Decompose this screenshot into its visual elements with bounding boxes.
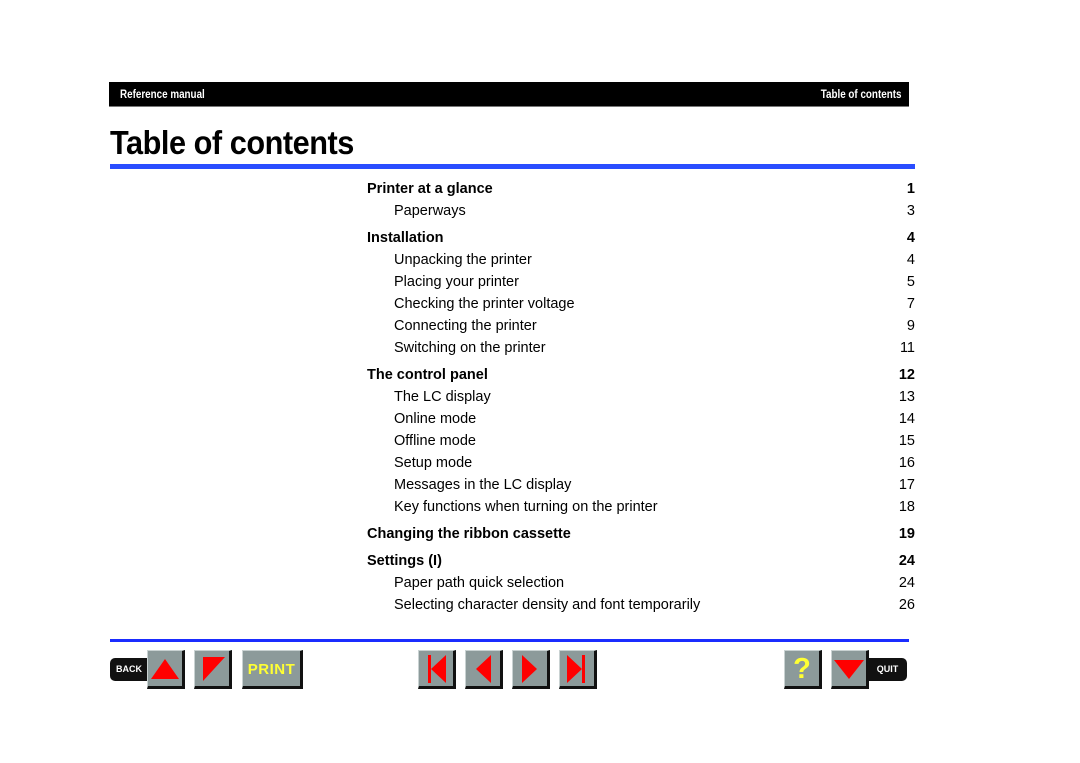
next-page-icon [522, 655, 537, 683]
toc-entry-label[interactable]: Paperways [394, 200, 466, 222]
toc-entry-page-number[interactable]: 15 [899, 430, 915, 452]
toc-entry-page-number[interactable]: 18 [899, 496, 915, 518]
table-of-contents: Printer at a glance 1 Paperways 3 Installati… [367, 178, 915, 616]
bookmark-button[interactable] [194, 650, 232, 689]
first-page-icon [428, 655, 446, 683]
toc-entry[interactable]: Connecting the printer 9 [367, 315, 915, 337]
help-icon: ? [793, 653, 811, 685]
toc-entry-page-number[interactable]: 16 [899, 452, 915, 474]
toc-entry-label[interactable]: Printer at a glance [367, 178, 493, 200]
print-label: PRINT [247, 661, 296, 678]
toc-entry-label[interactable]: Connecting the printer [394, 315, 537, 337]
toc-entry-label[interactable]: Installation [367, 227, 444, 249]
header-bar: Reference manual Table of contents [109, 82, 909, 107]
toc-entry-page-number[interactable]: 14 [899, 408, 915, 430]
toc-entry[interactable]: Paper path quick selection 24 [367, 572, 915, 594]
toc-entry-page-number[interactable]: 11 [900, 337, 915, 359]
toc-heading-entry[interactable]: The control panel 12 [367, 364, 915, 386]
toc-entry[interactable]: Paperways 3 [367, 200, 915, 222]
toc-heading-entry[interactable]: Printer at a glance 1 [367, 178, 915, 200]
toc-entry-page-number[interactable]: 24 [899, 572, 915, 594]
previous-page-icon [476, 655, 491, 683]
toc-entry-page-number[interactable]: 17 [899, 474, 915, 496]
toc-entry[interactable]: Selecting character density and font tem… [367, 594, 915, 616]
header-right-label: Table of contents [820, 87, 901, 101]
toc-entry-page-number[interactable]: 19 [899, 523, 915, 545]
toc-entry-label[interactable]: Paper path quick selection [394, 572, 564, 594]
quit-button[interactable]: QUIT [868, 658, 907, 681]
print-button[interactable]: PRINT [242, 650, 303, 689]
toc-heading-entry[interactable]: Settings (I) 24 [367, 550, 915, 572]
back-button[interactable]: BACK [110, 658, 148, 681]
up-arrow-icon [151, 659, 179, 679]
toc-entry-label[interactable]: Online mode [394, 408, 476, 430]
toc-entry-page-number[interactable]: 7 [907, 293, 915, 315]
footer-divider [110, 639, 909, 642]
last-page-button[interactable] [559, 650, 597, 689]
toc-entry-label[interactable]: Placing your printer [394, 271, 519, 293]
toc-entry[interactable]: Checking the printer voltage 7 [367, 293, 915, 315]
toc-entry[interactable]: Offline mode 15 [367, 430, 915, 452]
down-arrow-icon [834, 660, 864, 679]
toc-entry[interactable]: Key functions when turning on the printe… [367, 496, 915, 518]
toc-entry-page-number[interactable]: 3 [907, 200, 915, 222]
up-button[interactable] [147, 650, 185, 689]
toc-entry-page-number[interactable]: 5 [907, 271, 915, 293]
toc-entry-label[interactable]: Key functions when turning on the printe… [394, 496, 658, 518]
toc-entry-page-number[interactable]: 12 [899, 364, 915, 386]
toc-entry-label[interactable]: The control panel [367, 364, 488, 386]
toc-entry[interactable]: Setup mode 16 [367, 452, 915, 474]
toc-heading-entry[interactable]: Changing the ribbon cassette 19 [367, 523, 915, 545]
toc-entry[interactable]: Placing your printer 5 [367, 271, 915, 293]
toc-entry-page-number[interactable]: 4 [907, 249, 915, 271]
toc-entry[interactable]: Unpacking the printer 4 [367, 249, 915, 271]
help-button[interactable]: ? [784, 650, 822, 689]
toc-entry-page-number[interactable]: 4 [907, 227, 915, 249]
toc-entry[interactable]: The LC display 13 [367, 386, 915, 408]
toc-entry-label[interactable]: The LC display [394, 386, 491, 408]
next-page-button[interactable] [512, 650, 550, 689]
down-button[interactable] [831, 650, 869, 689]
toc-entry-page-number[interactable]: 26 [899, 594, 915, 616]
toc-entry-label[interactable]: Settings (I) [367, 550, 442, 572]
first-page-button[interactable] [418, 650, 456, 689]
previous-page-button[interactable] [465, 650, 503, 689]
header-left-label: Reference manual [120, 87, 205, 101]
toc-entry-label[interactable]: Offline mode [394, 430, 476, 452]
title-divider [110, 164, 915, 169]
toc-entry-label[interactable]: Unpacking the printer [394, 249, 532, 271]
toc-entry-page-number[interactable]: 1 [907, 178, 915, 200]
toc-entry-page-number[interactable]: 9 [907, 315, 915, 337]
toc-entry-label[interactable]: Checking the printer voltage [394, 293, 575, 315]
toc-entry-label[interactable]: Setup mode [394, 452, 472, 474]
toc-entry[interactable]: Messages in the LC display 17 [367, 474, 915, 496]
bookmark-triangle-icon [203, 657, 225, 681]
toc-entry[interactable]: Online mode 14 [367, 408, 915, 430]
page-title: Table of contents [110, 124, 354, 161]
toc-entry-page-number[interactable]: 24 [899, 550, 915, 572]
toc-heading-entry[interactable]: Installation 4 [367, 227, 915, 249]
last-page-icon [567, 655, 585, 683]
toc-entry-label[interactable]: Messages in the LC display [394, 474, 571, 496]
toc-entry-page-number[interactable]: 13 [899, 386, 915, 408]
toc-entry[interactable]: Switching on the printer 11 [367, 337, 915, 359]
toc-entry-label[interactable]: Selecting character density and font tem… [394, 594, 700, 616]
toc-entry-label[interactable]: Changing the ribbon cassette [367, 523, 571, 545]
toc-entry-label[interactable]: Switching on the printer [394, 337, 546, 359]
